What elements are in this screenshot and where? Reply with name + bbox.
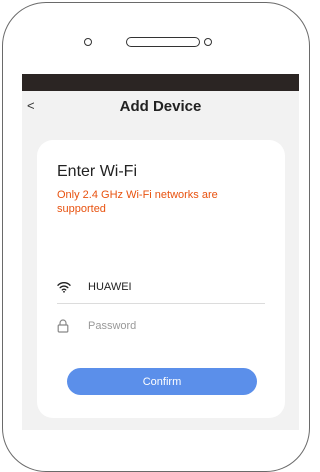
camera-icon — [84, 38, 92, 46]
sensor-icon — [204, 38, 212, 46]
frequency-note: Only 2.4 GHz Wi-Fi networks are supporte… — [57, 189, 218, 215]
password-field[interactable]: Password — [57, 314, 265, 342]
wifi-card: Enter Wi-Fi Only 2.4 GHz Wi-Fi networks … — [37, 140, 285, 418]
confirm-button[interactable]: Confirm — [67, 368, 257, 395]
page-title: Add Device — [119, 98, 202, 115]
nav-bar: < Add Device — [22, 91, 299, 123]
wifi-icon — [57, 280, 71, 298]
wifi-name-field[interactable]: HUAWEI — [57, 275, 265, 304]
lock-icon — [57, 319, 69, 338]
card-heading: Enter Wi-Fi — [57, 163, 137, 180]
wifi-name-value: HUAWEI — [88, 281, 132, 293]
speaker-icon — [126, 37, 200, 47]
password-placeholder: Password — [88, 320, 137, 332]
status-bar — [22, 74, 299, 91]
app-screen: < Add Device Enter Wi-Fi Only 2.4 GHz Wi… — [22, 74, 299, 430]
